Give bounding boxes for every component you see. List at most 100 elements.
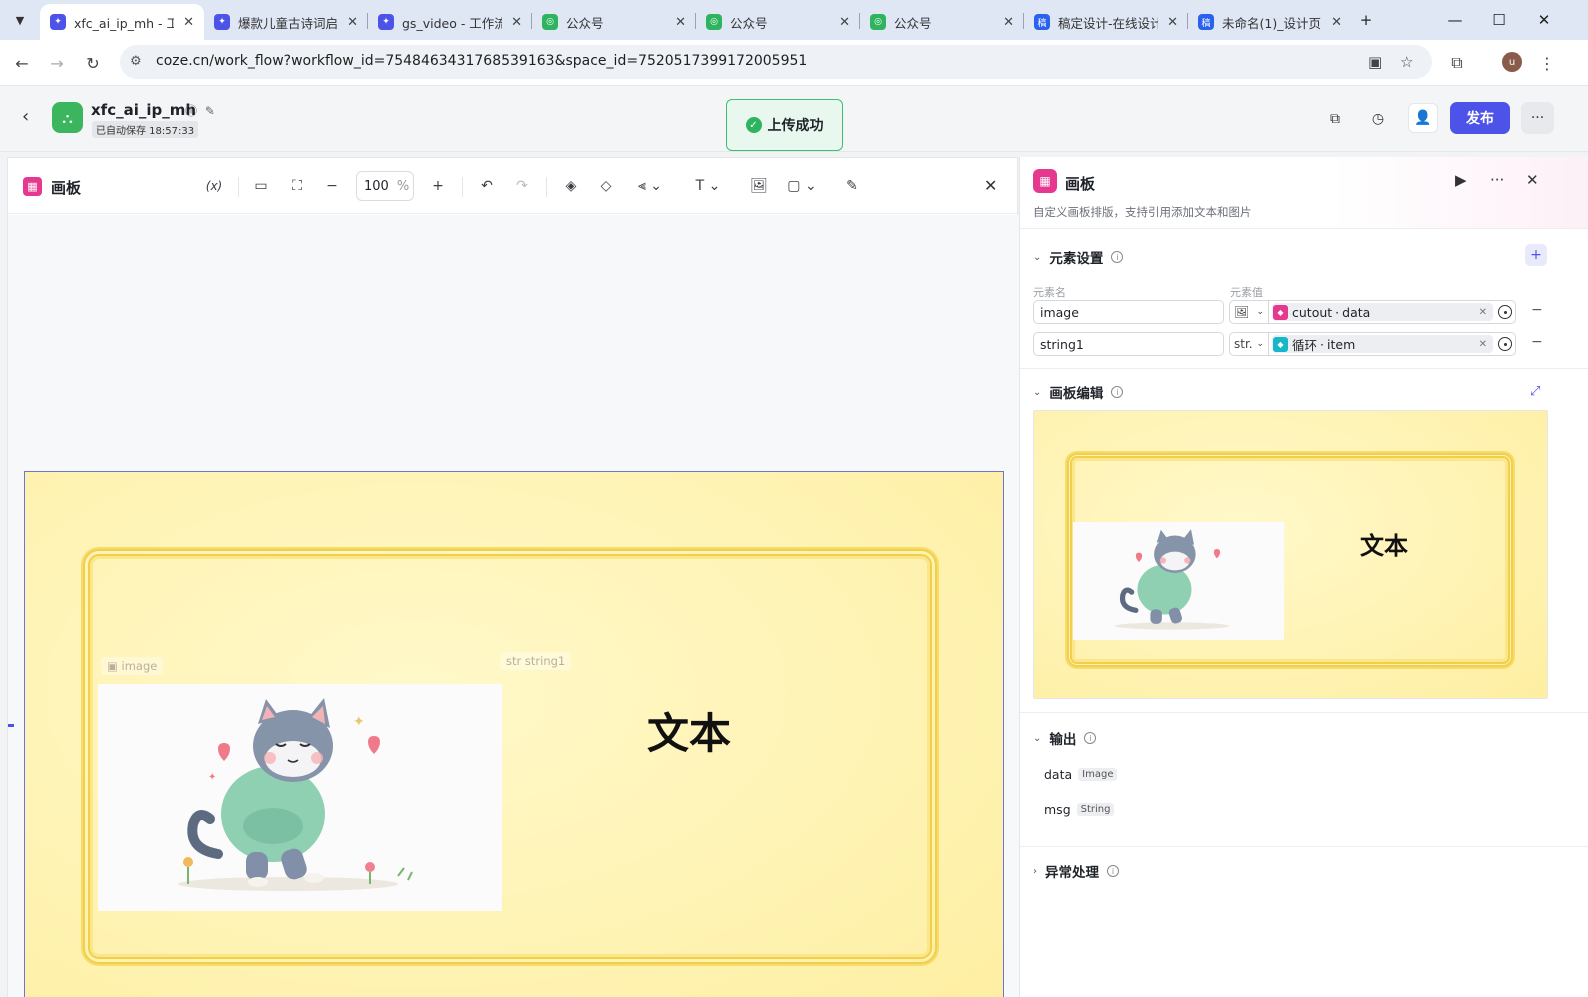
canvas-text-element[interactable]: 文本	[647, 700, 731, 761]
target-select-icon[interactable]	[1498, 305, 1512, 319]
tab-favicon-icon: ◎	[706, 14, 722, 30]
tab-close-icon[interactable]: ✕	[1167, 15, 1178, 30]
tab-close-icon[interactable]: ✕	[347, 15, 358, 30]
run-play-icon[interactable]: ▶	[1455, 171, 1467, 189]
publish-button[interactable]: 发布	[1450, 102, 1510, 134]
remove-element-icon[interactable]: −	[1531, 302, 1543, 318]
element-type-select[interactable]: 🖼 ⌄	[1229, 300, 1269, 324]
send-backward-icon[interactable]: ◇	[593, 174, 619, 198]
bring-forward-icon[interactable]: ◈	[558, 174, 584, 198]
bookmark-star-icon[interactable]: ☆	[1400, 53, 1413, 71]
remove-element-icon[interactable]: −	[1531, 334, 1543, 350]
add-element-button[interactable]: +	[1525, 244, 1547, 266]
more-options-icon[interactable]: ···	[1521, 102, 1554, 134]
undo-icon[interactable]: ↶	[474, 174, 500, 198]
tab-close-icon[interactable]: ✕	[1331, 15, 1342, 30]
tab-close-icon[interactable]: ✕	[183, 15, 194, 30]
element-type-select[interactable]: str. ⌄	[1229, 332, 1269, 356]
fit-screen-icon[interactable]: ⛶	[284, 174, 310, 198]
browser-tab[interactable]: ✦ 爆款儿童古诗词启 ✕	[204, 4, 368, 40]
editor-canvas-area[interactable]: ▣ image str string1 ✦ ✦ 文本	[8, 215, 1019, 997]
pen-tool-icon[interactable]: ✎	[839, 174, 865, 198]
canvas-size-icon[interactable]: ▭	[248, 174, 274, 198]
clipboard-icon[interactable]: ▣	[1368, 53, 1382, 71]
reload-icon[interactable]: ↻	[80, 50, 106, 76]
profile-avatar[interactable]: u	[1502, 52, 1522, 72]
maximize-icon[interactable]: ☐	[1487, 8, 1511, 32]
workflow-name: xfc_ai_ip_mh	[91, 101, 197, 119]
tab-favicon-icon: ◎	[870, 14, 886, 30]
board-preview[interactable]: 文本	[1033, 410, 1548, 699]
back-chevron-icon[interactable]: ‹	[22, 106, 29, 127]
tab-favicon-icon: ◎	[542, 14, 558, 30]
element-value-reference[interactable]: ◆ cutout · data ✕	[1269, 300, 1516, 324]
tab-close-icon[interactable]: ✕	[511, 15, 522, 30]
url-omnibox[interactable]: ⚙ coze.cn/work_flow?workflow_id=75484634…	[120, 45, 1432, 79]
zoom-out-icon[interactable]: −	[319, 174, 345, 198]
url-text[interactable]: coze.cn/work_flow?workflow_id=7548463431…	[156, 53, 807, 69]
output-variable: msg String	[1044, 802, 1115, 817]
edit-icon[interactable]: ✎	[205, 104, 215, 118]
cat-illustration	[1115, 529, 1230, 630]
clear-reference-icon[interactable]: ✕	[1479, 307, 1487, 318]
tab-title: 公众号	[566, 15, 604, 31]
board-edit-section-header[interactable]: ⌄ 画板编辑 i	[1033, 382, 1124, 402]
editor-close-icon[interactable]: ✕	[984, 176, 997, 195]
browser-menu-icon[interactable]: ⋮	[1534, 50, 1560, 76]
chevron-down-icon: ⌄	[1256, 307, 1264, 317]
window-close-icon[interactable]: ✕	[1532, 8, 1556, 32]
tab-close-icon[interactable]: ✕	[1003, 15, 1014, 30]
browser-tab[interactable]: 稿稿定设计-在线设计 ✕	[1024, 4, 1188, 40]
align-dropdown-icon[interactable]: ⫷ ⌄	[630, 174, 670, 198]
node-more-icon[interactable]: ···	[1490, 171, 1504, 189]
reference-chip[interactable]: ◆ 循环 · item ✕	[1272, 335, 1493, 353]
error-handling-section-header[interactable]: › 异常处理 i	[1033, 861, 1119, 881]
properties-close-icon[interactable]: ✕	[1526, 171, 1539, 189]
site-settings-icon[interactable]: ⚙	[130, 54, 142, 69]
info-icon[interactable]: ⓘ	[185, 104, 197, 118]
browser-tab[interactable]: ✦ xfc_ai_ip_mh - 工 ✕	[40, 4, 204, 40]
browser-tab[interactable]: ◎ 公众号 ✕	[860, 4, 1024, 40]
board-canvas[interactable]: ▣ image str string1 ✦ ✦ 文本	[24, 471, 1004, 997]
shape-tool-icon[interactable]: ▢ ⌄	[782, 174, 822, 198]
zoom-input[interactable]: 100 %	[356, 171, 414, 201]
image-tool-icon[interactable]: 🖼	[746, 174, 772, 198]
browser-tab-bar: ▼ ✦ xfc_ai_ip_mh - 工 ✕ ✦ 爆款儿童古诗词启 ✕ ✦ gs_video …	[0, 0, 1588, 40]
output-section-header[interactable]: ⌄ 输出 i	[1033, 728, 1097, 748]
reference-chip[interactable]: ◆ cutout · data ✕	[1272, 303, 1493, 321]
extensions-icon[interactable]: ⧉	[1444, 50, 1470, 76]
history-clock-icon[interactable]: ◷	[1365, 106, 1391, 132]
tab-search-chevron-icon[interactable]: ▼	[8, 8, 32, 32]
browser-tab[interactable]: ◎ 公众号 ✕	[696, 4, 860, 40]
expand-fullscreen-icon[interactable]: ⤢	[1530, 384, 1540, 399]
new-tab-plus-icon[interactable]: +	[1354, 8, 1378, 32]
tab-favicon-icon: ✦	[214, 14, 230, 30]
collaborators-icon[interactable]: 👤	[1408, 103, 1438, 133]
element-name-input[interactable]: image	[1033, 300, 1224, 324]
browser-tab[interactable]: ✦ gs_video - 工作流 ✕	[368, 4, 532, 40]
elements-section-header[interactable]: ⌄ 元素设置 i	[1033, 247, 1124, 267]
tab-title: gs_video - 工作流	[402, 15, 502, 31]
variable-button[interactable]: (x)	[201, 174, 227, 198]
element-name-input[interactable]: string1	[1033, 332, 1224, 356]
redo-icon[interactable]: ↷	[509, 174, 535, 198]
tab-close-icon[interactable]: ✕	[675, 15, 686, 30]
text-tool-icon[interactable]: T ⌄	[688, 174, 728, 198]
element-value-reference[interactable]: ◆ 循环 · item ✕	[1269, 332, 1516, 356]
cat-image-element[interactable]: ✦ ✦	[98, 684, 502, 911]
forward-arrow-icon[interactable]: →	[44, 50, 70, 76]
browser-tab[interactable]: 稿未命名(1)_设计页 ✕	[1188, 4, 1352, 40]
node-reference-icon: ◆	[1273, 336, 1288, 352]
target-select-icon[interactable]	[1498, 337, 1512, 351]
back-arrow-icon[interactable]: ←	[9, 50, 35, 76]
zoom-in-icon[interactable]: +	[425, 174, 451, 198]
browser-tab[interactable]: ◎ 公众号 ✕	[532, 4, 696, 40]
info-icon: i	[1111, 386, 1124, 398]
editor-toolbar: ▦ 画板 (x) ▭ ⛶ − 100 % + ↶ ↷ ◈ ◇ ⫷ ⌄ T ⌄ 🖼…	[8, 158, 1019, 214]
clear-reference-icon[interactable]: ✕	[1479, 339, 1487, 350]
minimize-icon[interactable]: —	[1443, 8, 1467, 32]
copy-icon[interactable]: ⧉	[1322, 106, 1348, 132]
tab-favicon-icon: 稿	[1198, 14, 1214, 30]
tab-close-icon[interactable]: ✕	[839, 15, 850, 30]
browser-address-bar: ← → ↻ ⚙ coze.cn/work_flow?workflow_id=75…	[0, 40, 1588, 86]
